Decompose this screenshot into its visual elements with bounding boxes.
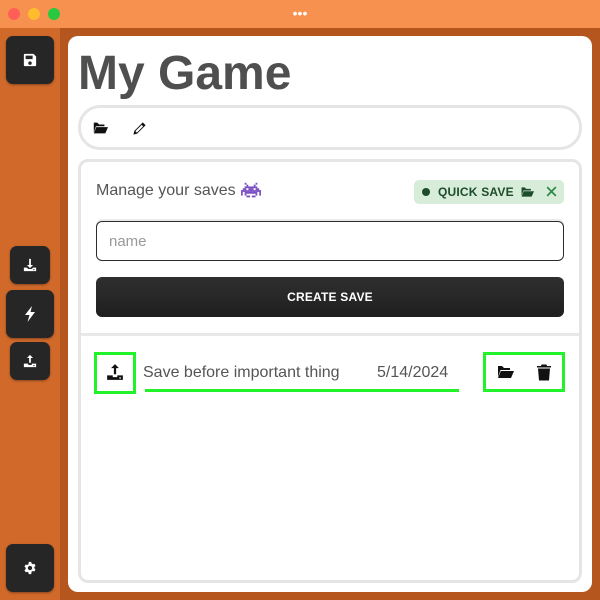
quick-save-badge[interactable]: QUICK SAVE <box>414 180 564 204</box>
divider <box>81 333 579 336</box>
quick-save-label: QUICK SAVE <box>438 185 514 199</box>
save-date: 5/14/2024 <box>377 364 449 381</box>
trash-icon <box>537 364 551 380</box>
folder-open-icon <box>92 122 108 134</box>
folder-open-icon <box>520 187 534 197</box>
download-icon <box>23 258 37 272</box>
upload-icon <box>107 364 123 380</box>
sidebar-download-button[interactable] <box>10 246 50 284</box>
sidebar-quick-action-button[interactable] <box>6 290 54 338</box>
quick-save-close-button[interactable] <box>545 185 559 199</box>
save-load-button[interactable] <box>496 364 514 380</box>
page-title: My Game <box>78 47 292 100</box>
maximize-window-button[interactable] <box>48 8 60 20</box>
save-upload-button[interactable] <box>106 363 124 381</box>
create-save-button[interactable]: CREATE SAVE <box>96 277 564 317</box>
bolt-icon <box>25 306 35 322</box>
manage-saves-label: Manage your saves <box>96 182 236 199</box>
sidebar-upload-button[interactable] <box>10 342 50 380</box>
close-window-button[interactable] <box>8 8 20 20</box>
highlight-underline <box>145 389 459 392</box>
status-dot <box>422 188 430 196</box>
save-name: Save before important thing <box>143 364 340 381</box>
title-toolbar <box>78 105 582 150</box>
save-delete-button[interactable] <box>536 363 552 381</box>
space-invader-icon <box>241 181 261 201</box>
save-name-input[interactable] <box>96 221 564 261</box>
upload-icon <box>23 354 37 368</box>
window-menu-dots[interactable]: ••• <box>288 6 312 20</box>
folder-open-icon <box>497 366 514 378</box>
window-titlebar: ••• <box>0 0 600 28</box>
sidebar-settings-button[interactable] <box>6 544 54 592</box>
close-icon <box>546 186 557 197</box>
open-folder-button[interactable] <box>91 119 109 137</box>
sidebar <box>0 28 60 600</box>
floppy-disk-icon <box>23 53 37 67</box>
pencil-icon <box>132 121 146 135</box>
gear-icon <box>24 561 36 575</box>
sidebar-save-button[interactable] <box>6 36 54 84</box>
minimize-window-button[interactable] <box>28 8 40 20</box>
edit-title-button[interactable] <box>130 119 148 137</box>
quick-save-open-button[interactable] <box>520 185 534 199</box>
